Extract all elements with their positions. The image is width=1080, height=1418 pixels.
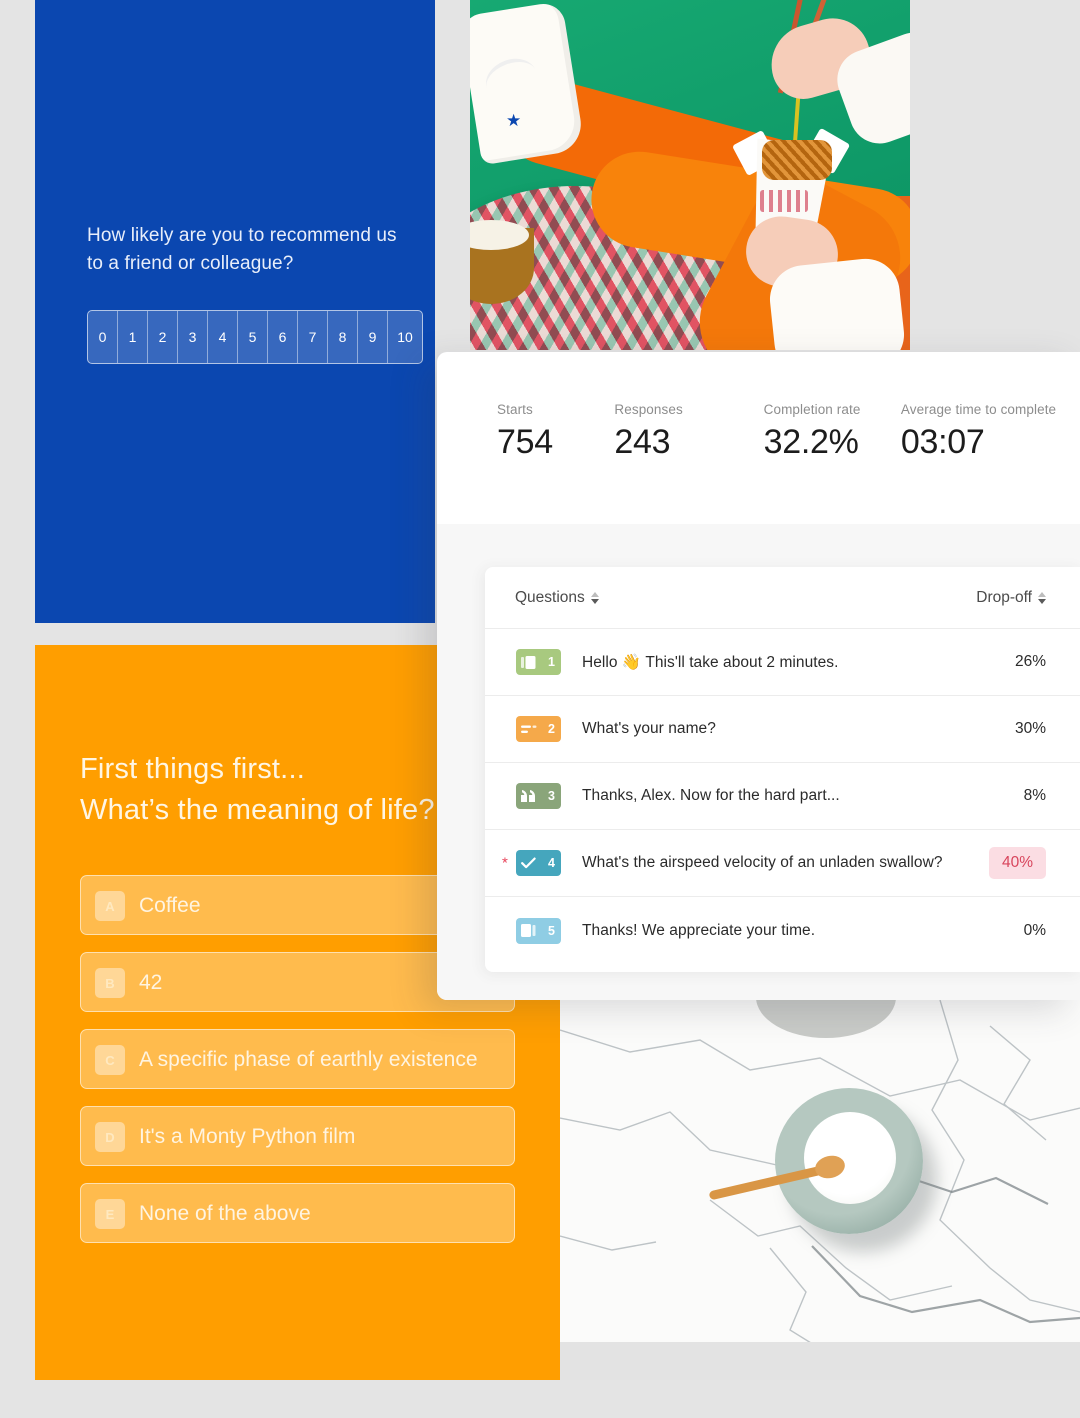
stat-value: 03:07 xyxy=(900,423,985,461)
question-text: Hello 👋 This'll take about 2 minutes. xyxy=(582,653,839,671)
dropoff-value: 0% xyxy=(1023,921,1046,939)
question-number: 1 xyxy=(548,655,555,669)
nps-question-card: How likely are you to recommend us to a … xyxy=(35,0,435,623)
dropoff-value-flagged: 40% xyxy=(988,847,1046,879)
quote-icon xyxy=(521,790,536,802)
question-number: 5 xyxy=(548,923,555,938)
table-row[interactable]: * 4 What's the airspeed velocity of an unl… xyxy=(485,830,1080,897)
question-text: Thanks, Alex. Now for the hard part... xyxy=(582,787,840,804)
question-number: 2 xyxy=(548,722,555,736)
quiz-option-label: None of the above xyxy=(139,1202,311,1225)
question-number: 4 xyxy=(548,856,555,870)
stat-average-time-to-complete: Average time to complete 03:07 xyxy=(901,402,1080,524)
nps-scale-option-10[interactable]: 10 xyxy=(388,311,422,363)
question-type-badge: 1 xyxy=(516,649,561,675)
stat-value: 243 xyxy=(614,423,671,461)
nps-scale-option-8[interactable]: 8 xyxy=(328,311,358,363)
analytics-body: Questions Drop-off 1 Hello 👋 This'll take… xyxy=(437,524,1080,1000)
quiz-option-label: 42 xyxy=(139,971,163,994)
nps-scale[interactable]: 0 1 2 3 4 5 6 7 8 9 10 xyxy=(87,310,423,364)
nps-scale-option-0[interactable]: 0 xyxy=(88,311,118,363)
quiz-option-key: C xyxy=(95,1045,125,1075)
nps-scale-option-4[interactable]: 4 xyxy=(208,311,238,363)
stat-responses: Responses 243 xyxy=(614,402,763,524)
question-type-badge: 3 xyxy=(516,783,561,809)
bowl-contents xyxy=(804,1112,896,1204)
checkmark-icon xyxy=(521,857,536,869)
questions-table-body: 1 Hello 👋 This'll take about 2 minutes. 26… xyxy=(485,629,1080,964)
nps-scale-option-5[interactable]: 5 xyxy=(238,311,268,363)
quiz-option-c[interactable]: C A specific phase of earthly existence xyxy=(80,1029,515,1089)
analytics-panel: Starts 754 Responses 243 Completion rate 32.2… xyxy=(437,352,1080,1000)
nps-scale-option-9[interactable]: 9 xyxy=(358,311,388,363)
photo-noodles: ★ xyxy=(470,0,910,350)
column-header-dropoff-label: Drop-off xyxy=(976,588,1032,606)
quiz-option-label: A specific phase of earthly existence xyxy=(139,1048,478,1071)
quiz-option-key: E xyxy=(95,1199,125,1229)
sleeve xyxy=(766,255,908,350)
bottom-strip xyxy=(560,1342,1080,1380)
quiz-option-key: D xyxy=(95,1122,125,1152)
stat-value: 32.2% xyxy=(763,423,859,461)
stat-label: Completion rate xyxy=(763,402,861,417)
dropoff-value: 30% xyxy=(1014,720,1046,737)
stat-label: Average time to complete xyxy=(900,402,1057,417)
questions-table-card: Questions Drop-off 1 Hello 👋 This'll take… xyxy=(485,567,1080,972)
quiz-option-d[interactable]: D It's a Monty Python film xyxy=(80,1106,515,1166)
quiz-option-key: A xyxy=(95,891,125,921)
quiz-option-label: Coffee xyxy=(139,894,201,917)
nps-scale-option-3[interactable]: 3 xyxy=(178,311,208,363)
quiz-option-label: It's a Monty Python film xyxy=(139,1125,356,1148)
question-number: 3 xyxy=(548,789,555,803)
nps-scale-option-7[interactable]: 7 xyxy=(298,311,328,363)
quiz-option-e[interactable]: E None of the above xyxy=(80,1183,515,1243)
question-type-badge: 2 xyxy=(516,716,561,742)
table-header: Questions Drop-off xyxy=(485,567,1080,629)
photo-marble-bowl xyxy=(560,1000,1080,1380)
sort-icon[interactable] xyxy=(590,591,599,604)
required-asterisk-icon: * xyxy=(502,854,508,872)
shoe-lace xyxy=(479,51,543,108)
ending-card-icon xyxy=(521,924,536,937)
quiz-option-key: B xyxy=(95,968,125,998)
column-header-dropoff[interactable]: Drop-off xyxy=(976,589,1046,607)
nps-scale-option-2[interactable]: 2 xyxy=(148,311,178,363)
table-row[interactable]: 5 Thanks! We appreciate your time. 0% xyxy=(485,897,1080,964)
question-type-badge: 4 xyxy=(516,850,561,876)
stat-label: Responses xyxy=(614,402,683,417)
question-type-badge: 5 xyxy=(516,917,561,944)
takeout-box-label xyxy=(760,190,808,212)
nps-scale-option-1[interactable]: 1 xyxy=(118,311,148,363)
stat-starts: Starts 754 xyxy=(497,402,614,524)
short-text-icon xyxy=(521,724,537,735)
star-icon: ★ xyxy=(506,111,522,130)
nps-question-text: How likely are you to recommend us to a … xyxy=(87,225,397,274)
page-stage: How likely are you to recommend us to a … xyxy=(0,0,1080,1418)
question-text: What's your name? xyxy=(582,720,716,737)
table-row[interactable]: 2 What's your name? 30% xyxy=(485,696,1080,763)
stat-completion-rate: Completion rate 32.2% xyxy=(764,402,901,524)
summary-stats-row: Starts 754 Responses 243 Completion rate 32.2… xyxy=(437,352,1080,524)
welcome-card-icon xyxy=(521,655,536,669)
stat-value: 754 xyxy=(497,423,553,461)
sort-icon[interactable] xyxy=(1038,591,1046,604)
dropoff-value: 26% xyxy=(1014,653,1046,670)
column-header-questions[interactable]: Questions xyxy=(515,589,599,607)
question-text: Thanks! We appreciate your time. xyxy=(582,921,816,939)
table-row[interactable]: 3 Thanks, Alex. Now for the hard part... 8… xyxy=(485,763,1080,830)
noodles xyxy=(762,140,832,180)
nps-scale-option-6[interactable]: 6 xyxy=(268,311,298,363)
table-row[interactable]: 1 Hello 👋 This'll take about 2 minutes. 26… xyxy=(485,629,1080,696)
stat-label: Starts xyxy=(497,402,533,417)
column-header-questions-label: Questions xyxy=(515,588,585,606)
dropoff-value: 8% xyxy=(1023,787,1046,804)
question-text: What's the airspeed velocity of an unlad… xyxy=(582,854,943,871)
